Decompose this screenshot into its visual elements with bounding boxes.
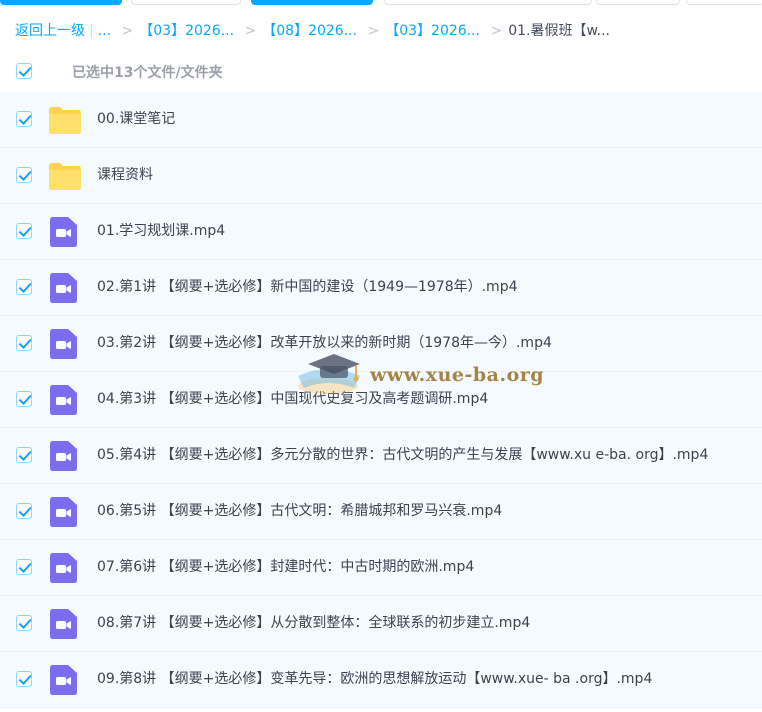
- file-checkbox[interactable]: [16, 111, 32, 127]
- toolbar-button[interactable]: [384, 0, 592, 5]
- toolbar-button[interactable]: [686, 0, 762, 5]
- toolbar-button[interactable]: [131, 0, 241, 5]
- breadcrumb-item[interactable]: 【03】2026...: [139, 23, 234, 39]
- check-icon: [19, 227, 32, 237]
- file-name[interactable]: 06.第5讲 【纲要+选必修】古代文明：希腊城邦和罗马兴衰.mp4: [97, 484, 502, 539]
- file-row[interactable]: 07.第6讲 【纲要+选必修】封建时代：中古时期的欧洲.mp4: [0, 540, 762, 596]
- folder-icon: [48, 161, 82, 191]
- video-file-icon: [48, 273, 82, 303]
- breadcrumb-current: 01.暑假班【w...: [508, 23, 610, 39]
- video-file-icon: [48, 329, 82, 359]
- video-file-icon: [48, 385, 82, 415]
- file-name[interactable]: 00.课堂笔记: [97, 92, 175, 147]
- file-checkbox[interactable]: [16, 335, 32, 351]
- selection-count: 已选中13个文件/文件夹: [72, 65, 223, 81]
- file-checkbox[interactable]: [16, 223, 32, 239]
- file-row[interactable]: 09.第8讲 【纲要+选必修】变革先导：欧洲的思想解放运动【www.xue- b…: [0, 652, 762, 708]
- chevron-right-icon: >: [367, 23, 380, 39]
- file-row[interactable]: 课程资料: [0, 148, 762, 204]
- file-name[interactable]: 02.第1讲 【纲要+选必修】新中国的建设（1949—1978年）.mp4: [97, 260, 518, 315]
- file-checkbox[interactable]: [16, 447, 32, 463]
- file-checkbox[interactable]: [16, 391, 32, 407]
- file-row[interactable]: 00.课堂笔记: [0, 92, 762, 148]
- check-icon: [19, 339, 32, 349]
- check-icon: [19, 283, 32, 293]
- back-link[interactable]: 返回上一级: [15, 23, 85, 39]
- check-icon: [19, 115, 32, 125]
- chevron-right-icon: >: [244, 23, 257, 39]
- check-icon: [19, 67, 32, 77]
- file-name[interactable]: 04.第3讲 【纲要+选必修】中国现代史复习及高考题调研.mp4: [97, 372, 488, 427]
- file-name[interactable]: 07.第6讲 【纲要+选必修】封建时代：中古时期的欧洲.mp4: [97, 540, 474, 595]
- file-checkbox[interactable]: [16, 615, 32, 631]
- check-icon: [19, 171, 32, 181]
- select-all-checkbox[interactable]: [16, 63, 32, 79]
- file-row[interactable]: 04.第3讲 【纲要+选必修】中国现代史复习及高考题调研.mp4: [0, 372, 762, 428]
- check-icon: [19, 563, 32, 573]
- file-row[interactable]: 08.第7讲 【纲要+选必修】从分散到整体：全球联系的初步建立.mp4: [0, 596, 762, 652]
- file-name[interactable]: 课程资料: [97, 148, 153, 203]
- file-row[interactable]: 02.第1讲 【纲要+选必修】新中国的建设（1949—1978年）.mp4: [0, 260, 762, 316]
- file-checkbox[interactable]: [16, 671, 32, 687]
- check-icon: [19, 395, 32, 405]
- breadcrumb-item[interactable]: 【03】2026...: [385, 23, 480, 39]
- file-row[interactable]: 06.第5讲 【纲要+选必修】古代文明：希腊城邦和罗马兴衰.mp4: [0, 484, 762, 540]
- video-file-icon: [48, 441, 82, 471]
- chevron-right-icon: >: [490, 23, 503, 39]
- breadcrumb-ellipsis[interactable]: ...: [98, 23, 111, 39]
- file-name[interactable]: 05.第4讲 【纲要+选必修】多元分散的世界：古代文明的产生与发展【www.xu…: [97, 428, 708, 483]
- video-file-icon: [48, 497, 82, 527]
- file-checkbox[interactable]: [16, 167, 32, 183]
- video-file-icon: [48, 609, 82, 639]
- folder-icon: [48, 105, 82, 135]
- check-icon: [19, 619, 32, 629]
- file-row[interactable]: 03.第2讲 【纲要+选必修】改革开放以来的新时期（1978年—今）.mp4: [0, 316, 762, 372]
- breadcrumb-item[interactable]: 【08】2026...: [262, 23, 357, 39]
- file-list: 00.课堂笔记 课程资料 01.学习规划课.mp4 02.第1讲 【纲要+选必修】新中…: [0, 92, 762, 708]
- chevron-right-icon: >: [121, 23, 134, 39]
- breadcrumb: 返回上一级 |... > 【03】2026... > 【08】2026... > 【03…: [15, 20, 610, 42]
- video-file-icon: [48, 553, 82, 583]
- video-file-icon: [48, 217, 82, 247]
- file-row[interactable]: 01.学习规划课.mp4: [0, 204, 762, 260]
- file-checkbox[interactable]: [16, 279, 32, 295]
- file-name[interactable]: 09.第8讲 【纲要+选必修】变革先导：欧洲的思想解放运动【www.xue- b…: [97, 652, 652, 707]
- file-checkbox[interactable]: [16, 503, 32, 519]
- toolbar-button[interactable]: [596, 0, 680, 5]
- check-icon: [19, 675, 32, 685]
- file-name[interactable]: 01.学习规划课.mp4: [97, 204, 225, 259]
- toolbar-button-primary[interactable]: [0, 0, 122, 5]
- check-icon: [19, 507, 32, 517]
- video-file-icon: [48, 665, 82, 695]
- top-toolbar: [0, 0, 762, 6]
- file-name[interactable]: 08.第7讲 【纲要+选必修】从分散到整体：全球联系的初步建立.mp4: [97, 596, 530, 651]
- file-checkbox[interactable]: [16, 559, 32, 575]
- file-row[interactable]: 05.第4讲 【纲要+选必修】多元分散的世界：古代文明的产生与发展【www.xu…: [0, 428, 762, 484]
- breadcrumb-divider: |: [89, 23, 94, 39]
- toolbar-button-primary[interactable]: [251, 0, 373, 5]
- selection-header: 已选中13个文件/文件夹: [0, 58, 762, 88]
- check-icon: [19, 451, 32, 461]
- file-name[interactable]: 03.第2讲 【纲要+选必修】改革开放以来的新时期（1978年—今）.mp4: [97, 316, 552, 371]
